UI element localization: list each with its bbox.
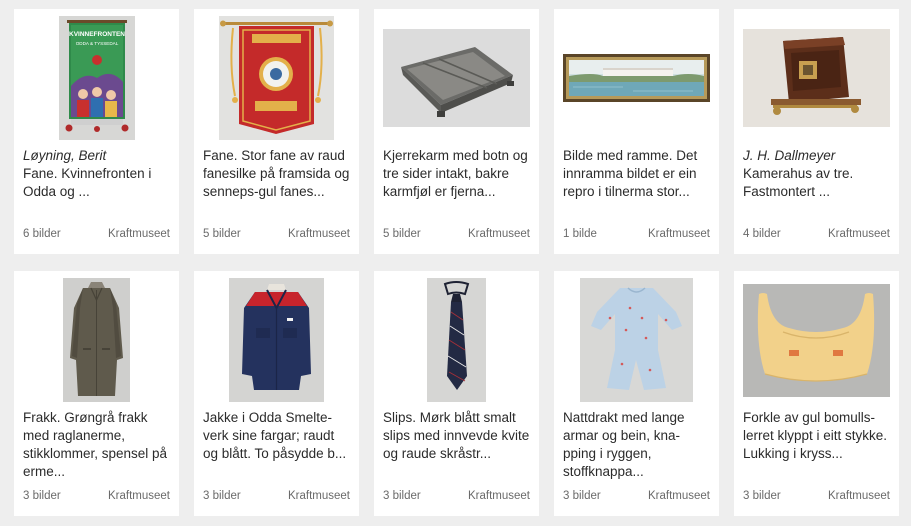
owner-label: Kraftmuseet xyxy=(288,228,350,240)
banner-title-text: KVINNEFRONTEN xyxy=(69,31,125,38)
card-footer: 1 bilde Kraftmuseet xyxy=(563,228,710,240)
coat-image xyxy=(63,278,130,402)
card-title: Forkle av gul bomulls-lerret klyppt i ei… xyxy=(743,410,888,461)
jacket-image xyxy=(229,278,324,402)
image-count: 1 bilde xyxy=(563,228,597,240)
thumbnail[interactable] xyxy=(563,278,710,402)
banner-image: KVINNEFRONTEN ODDA & TYSSEDAL xyxy=(58,16,135,140)
card-title: Kamerahus av tre. Fastmontert ... xyxy=(743,166,854,199)
owner-label: Kraftmuseet xyxy=(828,490,890,502)
card-footer: 3 bilder Kraftmuseet xyxy=(743,490,890,502)
thumbnail[interactable]: KVINNEFRONTEN ODDA & TYSSEDAL xyxy=(23,16,170,140)
thumbnail[interactable] xyxy=(743,16,890,140)
thumbnail[interactable] xyxy=(383,278,530,402)
card-footer: 5 bilder Kraftmuseet xyxy=(383,228,530,240)
cart-box-image xyxy=(383,29,530,127)
thumbnail[interactable] xyxy=(23,278,170,402)
card-footer: 3 bilder Kraftmuseet xyxy=(563,490,710,502)
thumbnail[interactable] xyxy=(383,16,530,140)
owner-label: Kraftmuseet xyxy=(828,228,890,240)
card-footer: 5 bilder Kraftmuseet xyxy=(203,228,350,240)
pajamas-image xyxy=(580,278,693,402)
image-count: 6 bilder xyxy=(23,228,61,240)
tie-image xyxy=(427,278,486,402)
card-text: Jakke i Odda Smelte-verk sine fargar; ra… xyxy=(203,409,351,463)
thumbnail[interactable] xyxy=(563,16,710,140)
image-count: 3 bilder xyxy=(203,490,241,502)
result-card[interactable]: Slips. Mørk blått smalt slips med innvev… xyxy=(374,271,539,516)
owner-label: Kraftmuseet xyxy=(108,490,170,502)
image-count: 3 bilder xyxy=(743,490,781,502)
card-text: Kjerrekarm med botn og tre sider intakt,… xyxy=(383,147,531,201)
card-footer: 3 bilder Kraftmuseet xyxy=(383,490,530,502)
card-creator: J. H. Dallmeyer xyxy=(743,148,836,163)
result-card[interactable]: J. H. Dallmeyer Kamerahus av tre. Fastmo… xyxy=(734,9,899,254)
card-footer: 3 bilder Kraftmuseet xyxy=(23,490,170,502)
image-count: 5 bilder xyxy=(203,228,241,240)
result-card[interactable]: Fane. Stor fane av raud fanesilke på fra… xyxy=(194,9,359,254)
card-text: Løyning, Berit Fane. Kvinnefronten i Odd… xyxy=(23,147,171,201)
thumbnail[interactable] xyxy=(743,278,890,402)
card-footer: 3 bilder Kraftmuseet xyxy=(203,490,350,502)
owner-label: Kraftmuseet xyxy=(108,228,170,240)
banner-subtitle-text: ODDA & TYSSEDAL xyxy=(75,41,118,46)
owner-label: Kraftmuseet xyxy=(648,228,710,240)
card-title: Fane. Kvinnefronten i Odda og ... xyxy=(23,166,152,199)
camera-image xyxy=(743,29,890,127)
framed-picture-image xyxy=(563,54,710,102)
card-title: Fane. Stor fane av raud fanesilke på fra… xyxy=(203,148,350,199)
card-title: Jakke i Odda Smelte-verk sine fargar; ra… xyxy=(203,410,347,461)
image-count: 3 bilder xyxy=(383,490,421,502)
owner-label: Kraftmuseet xyxy=(468,490,530,502)
card-title: Frakk. Grøngrå frakk med raglanerme, sti… xyxy=(23,410,168,479)
card-title: Slips. Mørk blått smalt slips med innvev… xyxy=(383,410,530,461)
image-count: 5 bilder xyxy=(383,228,421,240)
owner-label: Kraftmuseet xyxy=(288,490,350,502)
image-count: 4 bilder xyxy=(743,228,781,240)
card-creator: Løyning, Berit xyxy=(23,148,107,163)
image-count: 3 bilder xyxy=(563,490,601,502)
banner-image xyxy=(219,16,334,140)
card-text: Bilde med ramme. Det innramma bildet er … xyxy=(563,147,711,201)
card-title: Nattdrakt med lange armar og bein, kna-p… xyxy=(563,410,685,479)
card-text: Forkle av gul bomulls-lerret klyppt i ei… xyxy=(743,409,891,463)
result-card[interactable]: Nattdrakt med lange armar og bein, kna-p… xyxy=(554,271,719,516)
card-text: J. H. Dallmeyer Kamerahus av tre. Fastmo… xyxy=(743,147,891,201)
thumbnail[interactable] xyxy=(203,278,350,402)
owner-label: Kraftmuseet xyxy=(648,490,710,502)
result-card[interactable]: Bilde med ramme. Det innramma bildet er … xyxy=(554,9,719,254)
thumbnail[interactable] xyxy=(203,16,350,140)
results-grid: KVINNEFRONTEN ODDA & TYSSEDAL Løyning, B… xyxy=(14,9,899,516)
result-card[interactable]: Kjerrekarm med botn og tre sider intakt,… xyxy=(374,9,539,254)
card-title: Bilde med ramme. Det innramma bildet er … xyxy=(563,148,698,199)
result-card[interactable]: Forkle av gul bomulls-lerret klyppt i ei… xyxy=(734,271,899,516)
card-footer: 6 bilder Kraftmuseet xyxy=(23,228,170,240)
owner-label: Kraftmuseet xyxy=(468,228,530,240)
card-footer: 4 bilder Kraftmuseet xyxy=(743,228,890,240)
card-text: Frakk. Grøngrå frakk med raglanerme, sti… xyxy=(23,409,171,481)
card-text: Nattdrakt med lange armar og bein, kna-p… xyxy=(563,409,711,481)
apron-image xyxy=(743,283,890,397)
result-card[interactable]: KVINNEFRONTEN ODDA & TYSSEDAL Løyning, B… xyxy=(14,9,179,254)
result-card[interactable]: Jakke i Odda Smelte-verk sine fargar; ra… xyxy=(194,271,359,516)
card-title: Kjerrekarm med botn og tre sider intakt,… xyxy=(383,148,528,199)
result-card[interactable]: Frakk. Grøngrå frakk med raglanerme, sti… xyxy=(14,271,179,516)
card-text: Slips. Mørk blått smalt slips med innvev… xyxy=(383,409,531,463)
card-text: Fane. Stor fane av raud fanesilke på fra… xyxy=(203,147,351,201)
image-count: 3 bilder xyxy=(23,490,61,502)
